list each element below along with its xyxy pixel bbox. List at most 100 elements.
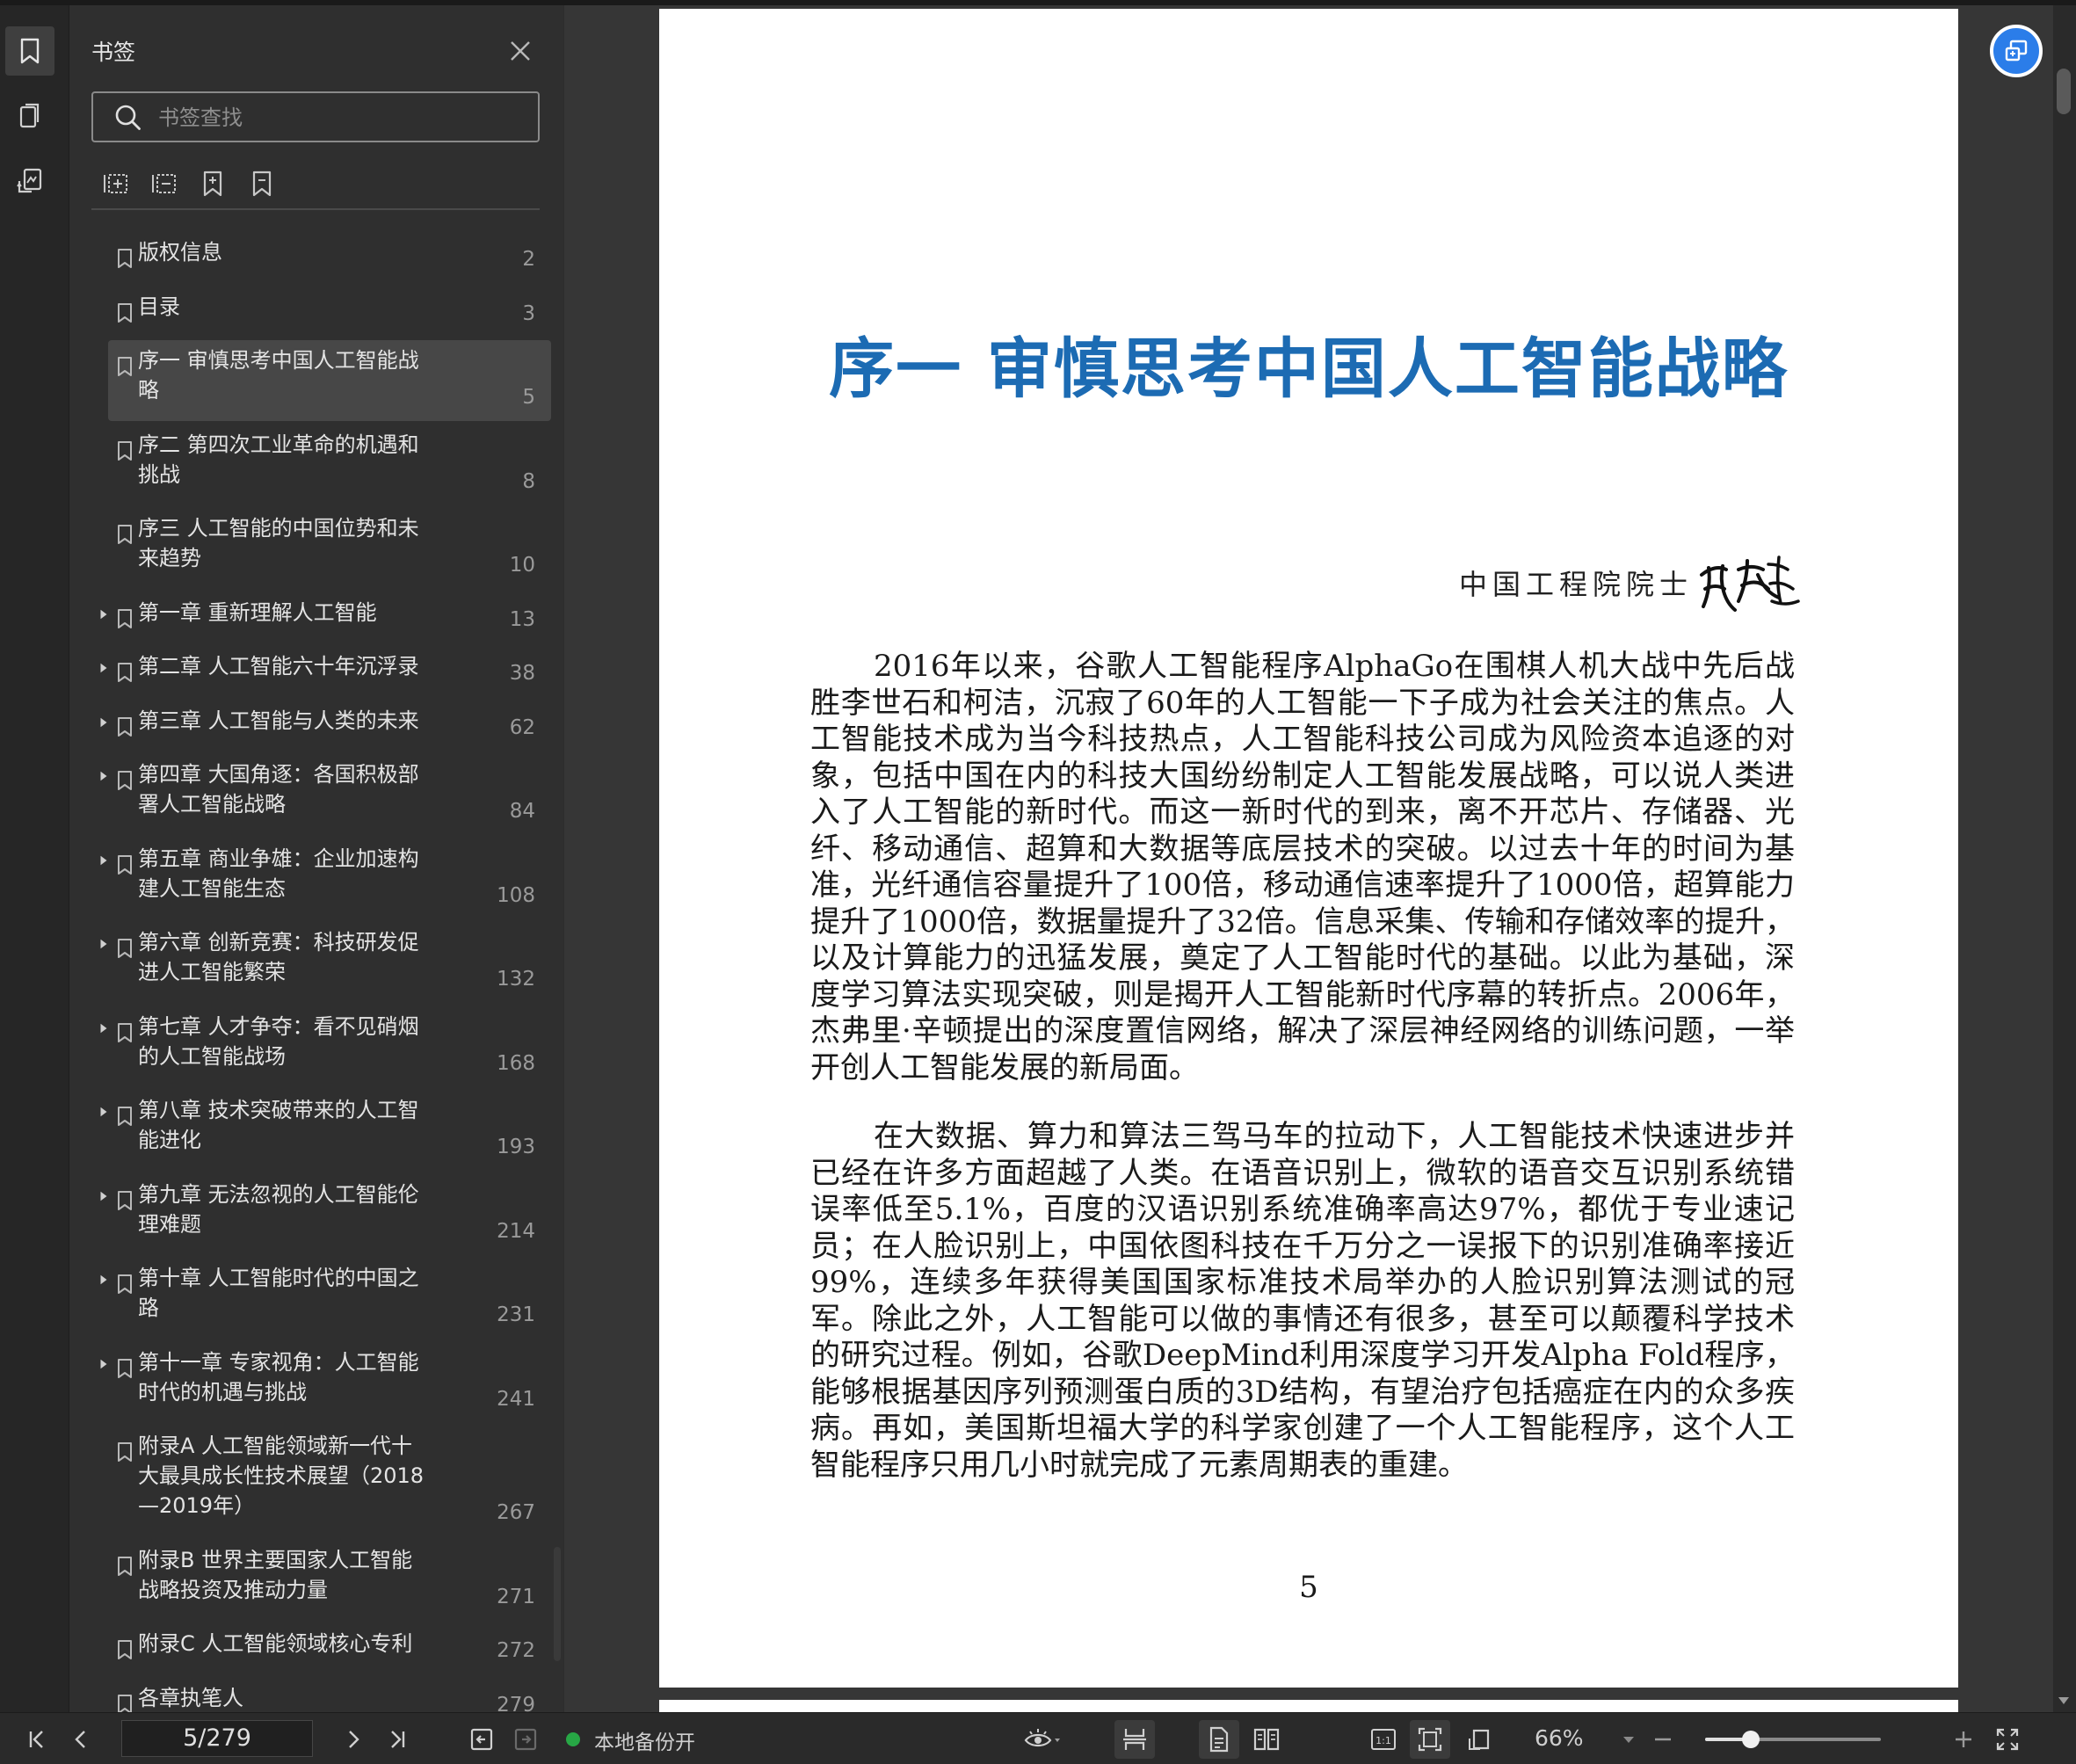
next-page-edge (659, 1700, 1958, 1712)
bookmark-icon (118, 608, 132, 628)
continuous-scroll-button[interactable] (1114, 1720, 1155, 1759)
expand-arrow-icon[interactable] (98, 770, 110, 782)
expand-arrow-icon[interactable] (98, 716, 110, 729)
last-page-button[interactable] (381, 1724, 413, 1755)
bookmark-page-number: 241 (497, 1387, 535, 1411)
bookmark-item[interactable]: 附录A 人工智能领域新一代十 大最具成长性技术展望（2018 —2019年） 26… (108, 1426, 551, 1536)
bookmark-item[interactable]: 第四章 大国角逐：各国积极部 署人工智能战略 84 (100, 754, 551, 835)
next-page-button[interactable] (338, 1724, 369, 1755)
expand-all-icon (104, 174, 127, 193)
add-bookmark-button[interactable] (196, 167, 229, 200)
bookmark-search-input[interactable] (156, 100, 529, 135)
pages-icon (19, 103, 40, 128)
bookmark-item[interactable]: 目录 3 (108, 287, 551, 338)
previous-page-button[interactable] (65, 1724, 97, 1755)
zoom-in-button[interactable] (1948, 1724, 1979, 1755)
actual-size-button[interactable]: 1:1 (1366, 1724, 1401, 1755)
expand-arrow-icon[interactable] (98, 608, 110, 621)
sidebar-rail (0, 5, 69, 1712)
expand-arrow-icon[interactable] (98, 1106, 110, 1118)
expand-arrow-icon[interactable] (98, 1274, 110, 1286)
bookmark-icon (118, 771, 132, 790)
bookmark-label: 序一 审慎思考中国人工智能战 略 (138, 348, 419, 403)
close-icon (511, 41, 530, 61)
vertical-scrollbar[interactable] (2053, 5, 2076, 1712)
bookmark-item[interactable]: 序三 人工智能的中国位势和未 来趋势 10 (108, 508, 551, 589)
plus-icon (1956, 1731, 1971, 1747)
bookmark-item[interactable]: 第七章 人才争夺：看不见硝烟 的人工智能战场 168 (100, 1006, 551, 1087)
bookmark-item[interactable]: 第五章 商业争雄：企业加速构 建人工智能生态 108 (100, 838, 551, 919)
bookmark-item[interactable]: 附录B 世界主要国家人工智能 战略投资及推动力量 271 (108, 1540, 551, 1621)
forward-button[interactable] (510, 1724, 541, 1755)
panel-scrollbar[interactable] (554, 1547, 561, 1661)
bookmark-item[interactable]: 第一章 重新理解人工智能 13 (100, 592, 551, 643)
bookmark-icon (118, 1694, 132, 1712)
single-page-button[interactable] (1199, 1720, 1239, 1759)
bookmark-item[interactable]: 附录C 人工智能领域核心专利 272 (108, 1623, 551, 1674)
collapse-all-button[interactable] (148, 167, 181, 200)
bookmark-icon (118, 939, 132, 958)
bookmark-icon (118, 1022, 132, 1042)
bookmark-item[interactable]: 第八章 技术突破带来的人工智 能进化 193 (100, 1090, 551, 1171)
page-number: 5 (1299, 1570, 1318, 1605)
rotate-button[interactable] (1461, 1724, 1501, 1755)
bookmark-item[interactable]: 序二 第四次工业革命的机遇和 挑战 8 (108, 425, 551, 505)
bookmark-label: 第一章 重新理解人工智能 (138, 599, 377, 625)
expand-arrow-icon[interactable] (98, 1022, 110, 1034)
remove-bookmark-button[interactable] (245, 167, 279, 200)
svg-text:1:1: 1:1 (1376, 1735, 1391, 1746)
bookmarks-tab-button[interactable] (5, 26, 54, 76)
bookmark-search-box[interactable] (91, 91, 540, 142)
bookmark-page-number: 8 (522, 469, 535, 493)
status-bar: 5/279 本地备份开 1:1 66% (0, 1712, 2076, 1764)
zoom-slider[interactable] (1705, 1731, 1881, 1748)
bookmark-label: 序二 第四次工业革命的机遇和 挑战 (138, 432, 419, 487)
bookmark-item[interactable]: 版权信息 2 (108, 232, 551, 283)
expand-arrow-icon[interactable] (98, 854, 110, 867)
eye-icon (1024, 1729, 1060, 1747)
vertical-scrollbar-thumb[interactable] (2057, 69, 2071, 114)
bookmark-item[interactable]: 第十一章 专家视角：人工智能 时代的机遇与挑战 241 (100, 1342, 551, 1423)
bookmark-page-number: 272 (497, 1639, 535, 1662)
bookmark-item[interactable]: 第六章 创新竞赛：科技研发促 进人工智能繁荣 132 (100, 922, 551, 1003)
zoom-slider-thumb[interactable] (1742, 1731, 1760, 1748)
floating-tool-button[interactable] (1990, 25, 2043, 77)
bookmark-item[interactable]: 第二章 人工智能六十年沉浮录 38 (100, 646, 551, 697)
bookmark-icon (118, 1640, 132, 1659)
thumbnails-tab-button[interactable] (5, 91, 54, 141)
zoom-dropdown-icon[interactable] (1622, 1736, 1635, 1745)
eye-protection-button[interactable] (1018, 1724, 1067, 1755)
close-panel-button[interactable] (503, 33, 538, 69)
bookmark-item[interactable]: 第九章 无法忽视的人工智能伦 理难题 214 (100, 1174, 551, 1255)
bookmark-icon (118, 249, 132, 268)
bookmark-item[interactable]: 第三章 人工智能与人类的未来 62 (100, 701, 551, 751)
scroll-down-arrow-icon[interactable] (2057, 1695, 2071, 1707)
two-page-button[interactable] (1246, 1724, 1287, 1755)
bookmark-page-number: 2 (522, 248, 535, 271)
chapter-title: 序一 审慎思考中国人工智能战略 (829, 331, 1789, 407)
single-page-icon (1209, 1726, 1229, 1753)
expand-arrow-icon[interactable] (98, 1358, 110, 1370)
zoom-level[interactable]: 66% (1535, 1725, 1584, 1751)
expand-arrow-icon[interactable] (98, 662, 110, 674)
first-page-button[interactable] (21, 1724, 53, 1755)
expand-arrow-icon[interactable] (98, 1190, 110, 1202)
bookmark-item[interactable]: 序一 审慎思考中国人工智能战 略 5 (108, 340, 551, 421)
author-signature (1700, 555, 1800, 612)
back-button[interactable] (466, 1724, 497, 1755)
continuous-scroll-icon (1123, 1729, 1146, 1750)
zoom-out-button[interactable] (1647, 1724, 1679, 1755)
fit-page-button[interactable] (1410, 1720, 1450, 1759)
annotations-tab-button[interactable] (5, 156, 54, 206)
bookmark-item[interactable]: 第十章 人工智能时代的中国之 路 231 (100, 1258, 551, 1339)
rotate-icon (1469, 1729, 1490, 1750)
bookmark-item[interactable]: 各章执笔人 279 (108, 1678, 551, 1712)
page-number-field[interactable]: 5/279 (121, 1720, 313, 1757)
bookmark-icon (118, 1556, 132, 1576)
bookmark-icon (118, 357, 132, 376)
backup-status-label[interactable]: 本地备份开 (594, 1725, 695, 1755)
expand-arrow-icon[interactable] (98, 938, 110, 950)
bookmark-icon (118, 1442, 132, 1462)
fullscreen-button[interactable] (1992, 1724, 2023, 1755)
expand-all-button[interactable] (99, 167, 133, 200)
